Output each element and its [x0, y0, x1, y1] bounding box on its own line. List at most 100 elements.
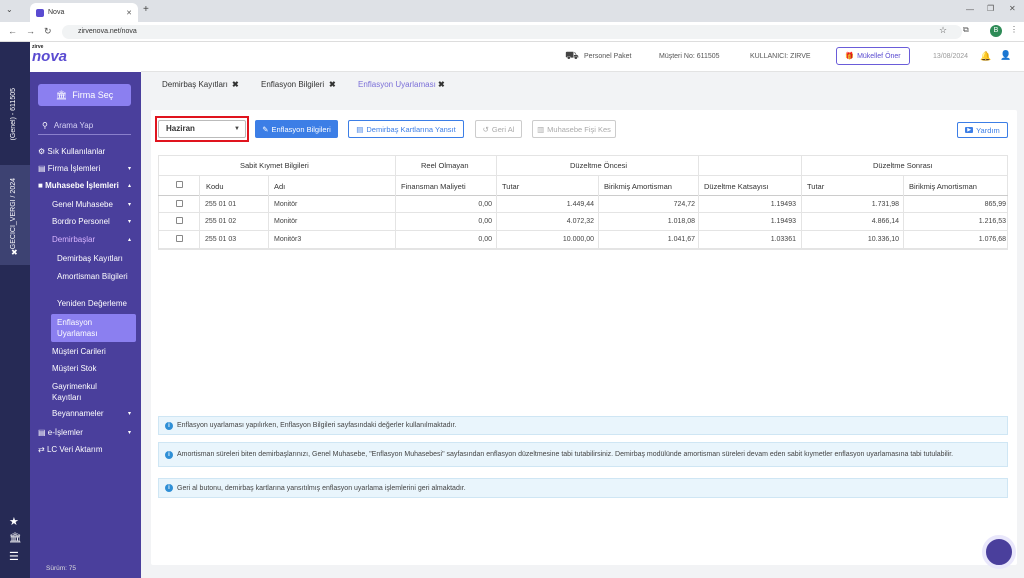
demirbas-kartlarina-yansit-button[interactable]: ▤ Demirbaş Kartlarına Yansıt [348, 120, 464, 138]
column-header[interactable]: Birikmiş Amortisman [909, 182, 977, 191]
sidebar-item-lc-veri-aktarim[interactable]: ⇄ LC Veri Aktarım [38, 445, 103, 454]
chat-bubble-button[interactable] [982, 535, 1016, 569]
column-header[interactable]: Finansman Maliyeti [401, 182, 466, 191]
cell: Monitör3 [274, 236, 302, 243]
column-header[interactable]: Düzeltme Katsayısı [704, 182, 769, 191]
cell: 1.449,44 [566, 201, 594, 208]
cell: 0,00 [478, 218, 492, 225]
sidebar-item-beyannameler[interactable]: Beyannameler [52, 409, 104, 418]
cell: 0,00 [478, 201, 492, 208]
sidebar-item-demirbas-kayitlari[interactable]: Demirbaş Kayıtları [57, 254, 123, 263]
restore-icon[interactable]: ❐ [987, 4, 994, 13]
sidebar-item-amortisman-bilgileri[interactable]: Amortisman Bilgileri [57, 271, 135, 282]
tab-enflasyon-uyarlamasi[interactable]: Enflasyon Uyarlaması [358, 80, 436, 89]
cell: Monitör [274, 218, 298, 225]
mukellef-oner-button[interactable]: 🎁 Mükellef Öner [836, 47, 910, 65]
yardim-button[interactable]: ▶ Yardım [957, 122, 1008, 138]
favicon-icon [36, 8, 44, 17]
muhasebe-fisi-kes-button[interactable]: ▥ Muhasebe Fişi Kes [532, 120, 616, 138]
column-header[interactable]: Kodu [206, 182, 224, 191]
url-field[interactable]: zirvenova.net/nova [62, 25, 962, 39]
sidebar-search[interactable]: ⚲ Arama Yap [38, 117, 131, 135]
undo-icon: ↺ [482, 124, 489, 134]
cell: 4.866,14 [871, 218, 899, 225]
sidebar-item-firma-islemleri[interactable]: ▤ Firma İşlemleri [38, 164, 100, 173]
sidebar-item-yeniden-degerleme[interactable]: Yeniden Değerleme [57, 299, 127, 308]
group-header: Reel Olmayan [421, 161, 469, 170]
forward-icon[interactable]: → [26, 26, 35, 36]
table-divider [199, 175, 200, 250]
select-all-checkbox[interactable] [176, 181, 183, 188]
info-message: i Enflasyon uyarlaması yapılırken, Enflas… [158, 416, 1008, 435]
back-icon[interactable]: ← [8, 26, 17, 36]
table-divider [268, 175, 269, 250]
sidebar-item-demirbaslar[interactable]: Demirbaşlar [52, 235, 95, 244]
enflasyon-bilgileri-button[interactable]: ✎ Enflasyon Bilgileri [255, 120, 338, 138]
chevron-down-icon: ▾ [128, 411, 132, 417]
mukellef-oner-label: Mükellef Öner [857, 52, 901, 60]
close-tab-icon[interactable]: ✖ [232, 80, 239, 89]
close-window-icon[interactable]: ✕ [1009, 4, 1016, 13]
cell: 1.018,08 [667, 218, 695, 225]
column-header[interactable]: Adı [274, 182, 285, 191]
browser-tab[interactable]: Nova ✕ [30, 3, 138, 22]
column-header[interactable]: Tutar [807, 182, 824, 191]
sidebar-item-gayrimenkul-kayitlari[interactable]: Gayrimenkul Kayıtları [52, 381, 127, 403]
row-checkbox[interactable] [176, 200, 183, 207]
tab-enflasyon-bilgileri[interactable]: Enflasyon Bilgileri [261, 80, 324, 89]
cell: Monitör [274, 201, 298, 208]
minimize-icon[interactable]: — [966, 5, 974, 14]
customer-no: Müşteri No: 611505 [659, 53, 720, 60]
sidebar-item-favorites[interactable]: ⚙ Sık Kullanılanlar [38, 147, 105, 156]
table-divider [698, 155, 699, 250]
logo-text[interactable]: nova [32, 49, 67, 64]
sidebar-item-enflasyon-uyarlamasi[interactable]: Enflasyon Uyarlaması [57, 317, 127, 339]
receipt-icon: ▥ [537, 124, 545, 134]
sidebar-item-e-islemler[interactable]: ▤ e-İşlemler [38, 428, 83, 437]
sidebar-item-muhasebe-islemleri[interactable]: ■ Muhasebe İşlemleri [38, 181, 119, 190]
column-header[interactable]: Birikmiş Amortisman [604, 182, 672, 191]
user-icon[interactable]: 👤 [1000, 50, 1011, 61]
sidebar-item-bordro-personel[interactable]: Bordro Personel [52, 217, 110, 226]
tab-list-icon[interactable]: ⌄ [6, 5, 18, 17]
bank-icon[interactable]: 🏛 [9, 533, 22, 544]
tab-demirbas-kayitlari[interactable]: Demirbaş Kayıtları [162, 80, 228, 89]
table-divider [903, 175, 904, 250]
extensions-icon[interactable]: ⧉ [963, 25, 969, 35]
video-icon: ▶ [965, 127, 974, 133]
firma-sec-button[interactable]: 🏛 Firma Seç [38, 84, 131, 106]
header-date: 13/08/2024 [933, 53, 969, 60]
info-icon: i [165, 450, 173, 459]
cell: 0,00 [478, 236, 492, 243]
geri-al-button[interactable]: ↺ Geri Al [475, 120, 522, 138]
close-tab-icon[interactable]: ✕ [126, 9, 132, 17]
bookmark-star-icon[interactable]: ☆ [939, 25, 947, 36]
reload-icon[interactable]: ↻ [44, 26, 52, 37]
table-divider [158, 195, 1008, 196]
row-checkbox[interactable] [176, 235, 183, 242]
button-label: Muhasebe Fişi Kes [547, 124, 611, 134]
close-period-icon[interactable]: ✖ [11, 248, 18, 257]
sidebar-item-musteri-carileri[interactable]: Müşteri Carileri [52, 347, 106, 356]
table-divider [598, 175, 599, 250]
logo-area: zirve nova [30, 42, 141, 72]
table-divider [158, 248, 1008, 249]
sidebar-item-musteri-stok[interactable]: Müşteri Stok [52, 364, 96, 373]
pencil-icon: ✎ [262, 124, 269, 134]
close-tab-icon[interactable]: ✖ [438, 80, 445, 89]
group-header: Düzeltme Sonrası [873, 161, 933, 170]
row-checkbox[interactable] [176, 217, 183, 224]
sidebar-item-genel-muhasebe[interactable]: Genel Muhasebe [52, 200, 113, 209]
browser-menu-icon[interactable]: ⋮ [1010, 25, 1018, 34]
column-header[interactable]: Tutar [502, 182, 519, 191]
close-tab-icon[interactable]: ✖ [329, 80, 336, 89]
profile-avatar[interactable]: B [990, 25, 1002, 37]
hamburger-menu-icon[interactable]: ☰ [9, 550, 19, 563]
new-tab-icon[interactable]: + [143, 4, 149, 15]
table-divider [158, 230, 1008, 231]
info-icon: i [165, 484, 173, 492]
cell: 10.000,00 [562, 236, 594, 243]
favorites-star-icon[interactable]: ★ [9, 515, 19, 528]
bell-icon[interactable]: 🔔 [980, 51, 991, 62]
cell: 10.336,10 [867, 236, 899, 243]
